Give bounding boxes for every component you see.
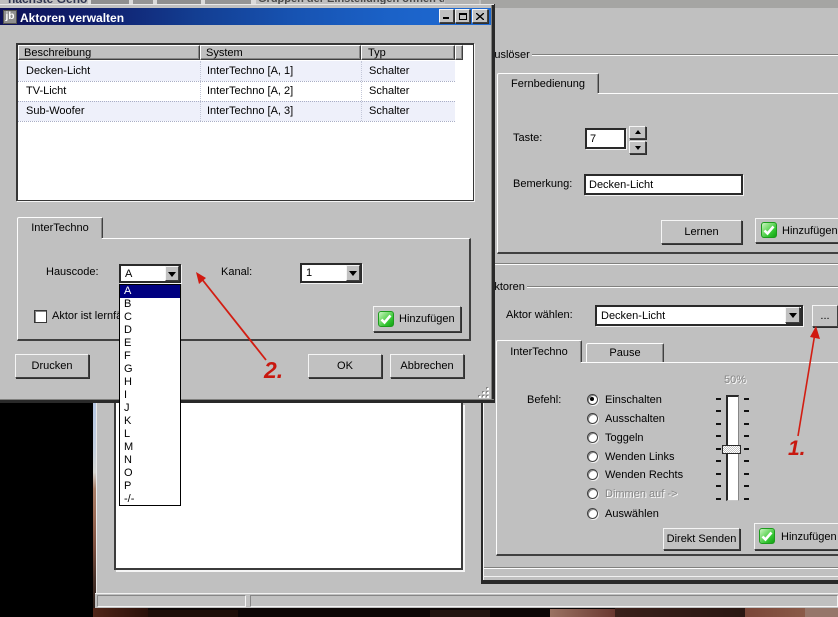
svg-text:1.: 1. [788, 437, 806, 460]
svg-text:2.: 2. [263, 357, 283, 383]
